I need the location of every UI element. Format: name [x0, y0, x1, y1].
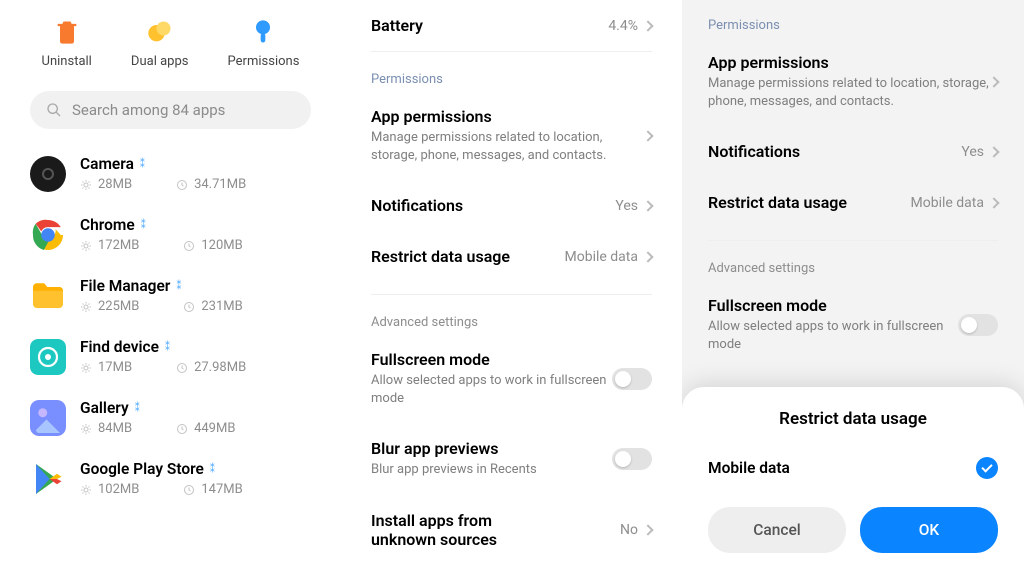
app-list: Camera⁑ 28MB 34.71MB Chrome⁑ 172MB 120MB — [0, 143, 341, 509]
advanced-section-label: Advanced settings — [371, 315, 652, 330]
folder-icon — [30, 278, 66, 314]
dualapps-label: Dual apps — [131, 54, 189, 69]
advanced-section-label: Advanced settings — [708, 261, 998, 276]
cancel-button[interactable]: Cancel — [708, 507, 846, 553]
blur-switch[interactable] — [612, 448, 652, 470]
dots-icon: ⁑ — [210, 464, 215, 475]
app-permissions-row[interactable]: App permissions Manage permissions relat… — [371, 91, 652, 180]
app-row-chrome[interactable]: Chrome⁑ 172MB 120MB — [30, 204, 311, 265]
app-row-gallery[interactable]: Gallery⁑ 84MB 449MB — [30, 387, 311, 448]
search-icon — [46, 102, 62, 118]
blur-row[interactable]: Blur app previews Blur app previews in R… — [371, 423, 652, 495]
modal-panel: Permissions App permissions Manage permi… — [682, 0, 1024, 575]
fullscreen-switch[interactable] — [958, 314, 998, 336]
dots-icon: ⁑ — [141, 220, 146, 231]
divider — [371, 51, 652, 52]
check-icon — [976, 457, 998, 479]
app-row-playstore[interactable]: Google Play Store⁑ 102MB 147MB — [30, 448, 311, 509]
chevron-right-icon — [642, 130, 653, 141]
gallery-icon — [30, 400, 66, 436]
app-row-camera[interactable]: Camera⁑ 28MB 34.71MB — [30, 143, 311, 204]
fullscreen-row[interactable]: Fullscreen mode Allow selected apps to w… — [708, 280, 998, 369]
playstore-icon — [30, 461, 66, 497]
uninstall-action[interactable]: Uninstall — [42, 18, 92, 69]
divider — [371, 294, 652, 295]
chevron-right-icon — [988, 197, 999, 208]
dots-icon: ⁑ — [165, 342, 170, 353]
dots-icon: ⁑ — [140, 159, 145, 170]
restrict-data-row[interactable]: Restrict data usage Mobile data — [371, 231, 652, 282]
dualapps-icon — [146, 18, 174, 46]
chevron-right-icon — [642, 251, 653, 262]
app-permissions-row[interactable]: App permissions Manage permissions relat… — [708, 37, 998, 126]
camera-icon — [30, 156, 66, 192]
chrome-icon — [30, 217, 66, 253]
chevron-right-icon — [642, 524, 653, 535]
restrict-data-row[interactable]: Restrict data usage Mobile data — [708, 177, 998, 228]
search-input[interactable]: Search among 84 apps — [30, 91, 311, 129]
dots-icon: ⁑ — [135, 403, 140, 414]
divider — [708, 240, 998, 241]
permissions-icon — [249, 18, 277, 46]
clear-defaults-row[interactable]: Clear defaults — [371, 565, 652, 575]
modal-buttons: Cancel OK — [708, 507, 998, 553]
modal-title: Restrict data usage — [708, 409, 998, 429]
notifications-row[interactable]: Notifications Yes — [371, 180, 652, 231]
notifications-row[interactable]: Notifications Yes — [708, 126, 998, 177]
install-unknown-row[interactable]: Install apps from unknown sources No — [371, 495, 652, 565]
dots-icon: ⁑ — [176, 281, 181, 292]
permissions-section-label: Permissions — [708, 18, 998, 33]
permissions-action[interactable]: Permissions — [228, 18, 300, 69]
uninstall-label: Uninstall — [42, 54, 92, 69]
chevron-right-icon — [988, 146, 999, 157]
chevron-right-icon — [988, 76, 999, 87]
app-row-filemanager[interactable]: File Manager⁑ 225MB 231MB — [30, 265, 311, 326]
trash-icon — [53, 18, 81, 46]
chevron-right-icon — [642, 20, 653, 31]
quick-actions: Uninstall Dual apps Permissions — [0, 0, 341, 77]
clock-icon — [176, 179, 188, 191]
modal-option-mobiledata[interactable]: Mobile data — [708, 457, 998, 479]
chevron-right-icon — [642, 200, 653, 211]
permissions-label: Permissions — [228, 54, 300, 69]
restrict-data-modal: Restrict data usage Mobile data Cancel O… — [682, 387, 1024, 575]
search-placeholder: Search among 84 apps — [72, 101, 225, 119]
fullscreen-switch[interactable] — [612, 368, 652, 390]
app-name-label: Camera — [80, 155, 134, 173]
fullscreen-row[interactable]: Fullscreen mode Allow selected apps to w… — [371, 334, 652, 423]
apps-panel: Uninstall Dual apps Permissions Search a… — [0, 0, 341, 575]
ok-button[interactable]: OK — [860, 507, 998, 553]
app-detail-panel: Battery 4.4% Permissions App permissions… — [341, 0, 682, 575]
battery-row[interactable]: Battery 4.4% — [371, 0, 652, 51]
permissions-section-label: Permissions — [371, 72, 652, 87]
app-row-finddevice[interactable]: Find device⁑ 17MB 27.98MB — [30, 326, 311, 387]
dualapps-action[interactable]: Dual apps — [131, 18, 189, 69]
finddevice-icon — [30, 339, 66, 375]
gear-icon — [80, 179, 92, 191]
